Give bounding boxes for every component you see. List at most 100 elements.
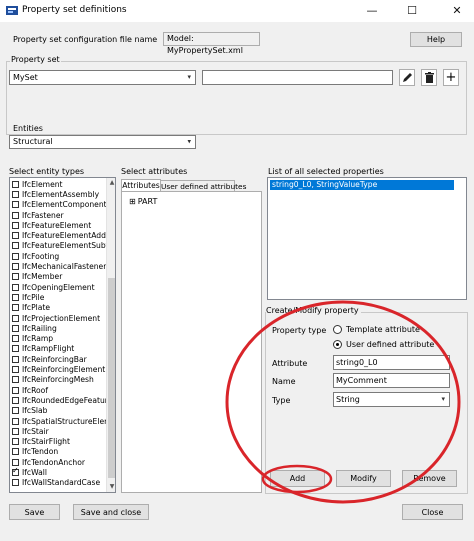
checkbox[interactable] [12, 396, 19, 404]
entity-type-item[interactable]: IfcPile [12, 292, 44, 302]
entity-types-label: Select entity types [9, 167, 85, 176]
entity-type-item[interactable]: IfcReinforcingMesh [12, 375, 94, 385]
checkbox[interactable] [12, 263, 19, 271]
checkbox[interactable] [12, 283, 19, 291]
save-button[interactable]: Save [9, 504, 60, 520]
tree-node-part[interactable]: ⊞ PART [129, 197, 157, 206]
template-attribute-radio[interactable]: Template attribute [333, 325, 420, 334]
checkbox[interactable] [12, 252, 19, 260]
add-button[interactable]: Add [270, 470, 325, 487]
close-icon[interactable]: ✕ [440, 0, 474, 22]
radio-user-defined[interactable] [333, 340, 342, 349]
entity-type-item[interactable]: IfcStairFlight [12, 437, 70, 447]
checkbox[interactable] [12, 479, 19, 487]
entity-type-item[interactable]: IfcTendon [12, 447, 58, 457]
attribute-input[interactable]: string0_L0 [333, 355, 450, 370]
entity-type-item[interactable]: IfcElementComponent [12, 200, 106, 210]
checkbox[interactable] [12, 417, 19, 425]
entity-type-item[interactable]: IfcPlate [12, 303, 50, 313]
entity-type-label: IfcPile [22, 292, 45, 302]
checkbox[interactable] [12, 458, 19, 466]
checkbox[interactable] [12, 386, 19, 394]
entities-value: Structural [13, 137, 53, 146]
entity-type-item[interactable]: IfcSpatialStructureElemer [12, 416, 106, 426]
checkbox[interactable] [12, 221, 19, 229]
entity-type-item[interactable]: IfcMechanicalFastener [12, 261, 106, 271]
entity-type-item[interactable]: IfcFeatureElementSubtrac [12, 241, 106, 251]
entity-type-item[interactable]: IfcOpeningElement [12, 282, 95, 292]
entities-dropdown[interactable]: Structural ▾ [9, 135, 196, 149]
selected-property-item[interactable]: string0_L0, StringValueType [270, 180, 454, 190]
entity-type-item[interactable]: IfcMember [12, 272, 62, 282]
entity-type-item[interactable]: IfcFeatureElementAdditio [12, 231, 106, 241]
checkbox[interactable] [12, 407, 19, 415]
entity-type-label: IfcSpatialStructureElemer [22, 416, 106, 426]
checkbox[interactable] [12, 427, 19, 435]
checkbox[interactable] [12, 438, 19, 446]
plus-box-icon[interactable]: ⊞ [129, 197, 136, 206]
pencil-icon [402, 73, 412, 82]
checkbox[interactable] [12, 201, 19, 209]
entity-type-item[interactable]: IfcWallStandardCase [12, 478, 100, 488]
scrollbar-thumb[interactable] [108, 278, 115, 478]
entity-type-item[interactable]: IfcElementAssembly [12, 189, 99, 199]
scrollbar[interactable]: ▲ ▼ [106, 178, 115, 492]
delete-button[interactable] [421, 69, 437, 86]
add-property-set-button[interactable]: + [443, 69, 459, 86]
close-button[interactable]: Close [402, 504, 463, 520]
entity-type-label: IfcFeatureElementAdditio [22, 231, 106, 241]
type-dropdown[interactable]: String ▾ [333, 392, 450, 407]
property-set-dropdown[interactable]: MySet ▾ [9, 70, 196, 85]
save-and-close-button[interactable]: Save and close [73, 504, 149, 520]
checkbox[interactable] [12, 355, 19, 363]
entity-type-label: IfcPlate [22, 303, 51, 313]
scroll-up-icon[interactable]: ▲ [107, 178, 115, 188]
name-input[interactable]: MyComment [333, 373, 450, 388]
tree-node-label: PART [137, 197, 158, 206]
help-button[interactable]: Help [410, 32, 462, 47]
checkbox[interactable] [12, 448, 19, 456]
entity-type-item[interactable]: IfcRailing [12, 323, 57, 333]
checkbox[interactable] [12, 376, 19, 384]
checkbox[interactable] [12, 273, 19, 281]
user-defined-attribute-radio[interactable]: User defined attribute [333, 340, 434, 349]
entity-type-item[interactable]: IfcStair [12, 426, 49, 436]
checkbox[interactable] [12, 304, 19, 312]
entity-type-item[interactable]: IfcTendonAnchor [12, 457, 85, 467]
remove-button[interactable]: Remove [402, 470, 457, 487]
entity-type-label: IfcFooting [22, 251, 60, 261]
entity-type-item[interactable]: IfcReinforcingBar [12, 354, 87, 364]
entity-type-item[interactable]: IfcReinforcingElement [12, 364, 105, 374]
entity-type-item[interactable]: IfcElement [12, 179, 63, 189]
checkbox[interactable] [12, 211, 19, 219]
checkbox[interactable] [12, 242, 19, 250]
checkbox[interactable] [12, 190, 19, 198]
radio-template[interactable] [333, 325, 342, 334]
entity-type-item[interactable]: IfcFastener [12, 210, 64, 220]
name-label: Name [272, 377, 296, 386]
checkbox[interactable] [12, 466, 19, 477]
scroll-down-icon[interactable]: ▼ [107, 482, 115, 492]
checkbox[interactable] [12, 180, 19, 188]
checkbox[interactable] [12, 324, 19, 332]
entity-type-item[interactable]: IfcSlab [12, 406, 48, 416]
entity-type-item[interactable]: IfcRampFlight [12, 344, 74, 354]
edit-button[interactable] [399, 69, 415, 86]
checkbox[interactable] [12, 366, 19, 374]
entity-type-item[interactable]: IfcFeatureElement [12, 220, 91, 230]
entity-type-item[interactable]: IfcRoof [12, 385, 48, 395]
entity-type-item[interactable]: IfcProjectionElement [12, 313, 100, 323]
minimize-icon[interactable]: — [357, 0, 387, 22]
entity-type-item[interactable]: IfcRamp [12, 334, 53, 344]
checkbox[interactable] [12, 232, 19, 240]
entity-type-item[interactable]: IfcRoundedEdgeFeature [12, 395, 106, 405]
entity-type-item[interactable]: IfcFooting [12, 251, 59, 261]
checkbox[interactable] [12, 314, 19, 322]
checkbox[interactable] [12, 335, 19, 343]
maximize-icon[interactable]: ☐ [397, 0, 427, 22]
entity-type-item[interactable]: IfcWall [12, 466, 47, 477]
modify-button[interactable]: Modify [336, 470, 391, 487]
property-set-name-input[interactable] [202, 70, 393, 85]
checkbox[interactable] [12, 345, 19, 353]
checkbox[interactable] [12, 293, 19, 301]
